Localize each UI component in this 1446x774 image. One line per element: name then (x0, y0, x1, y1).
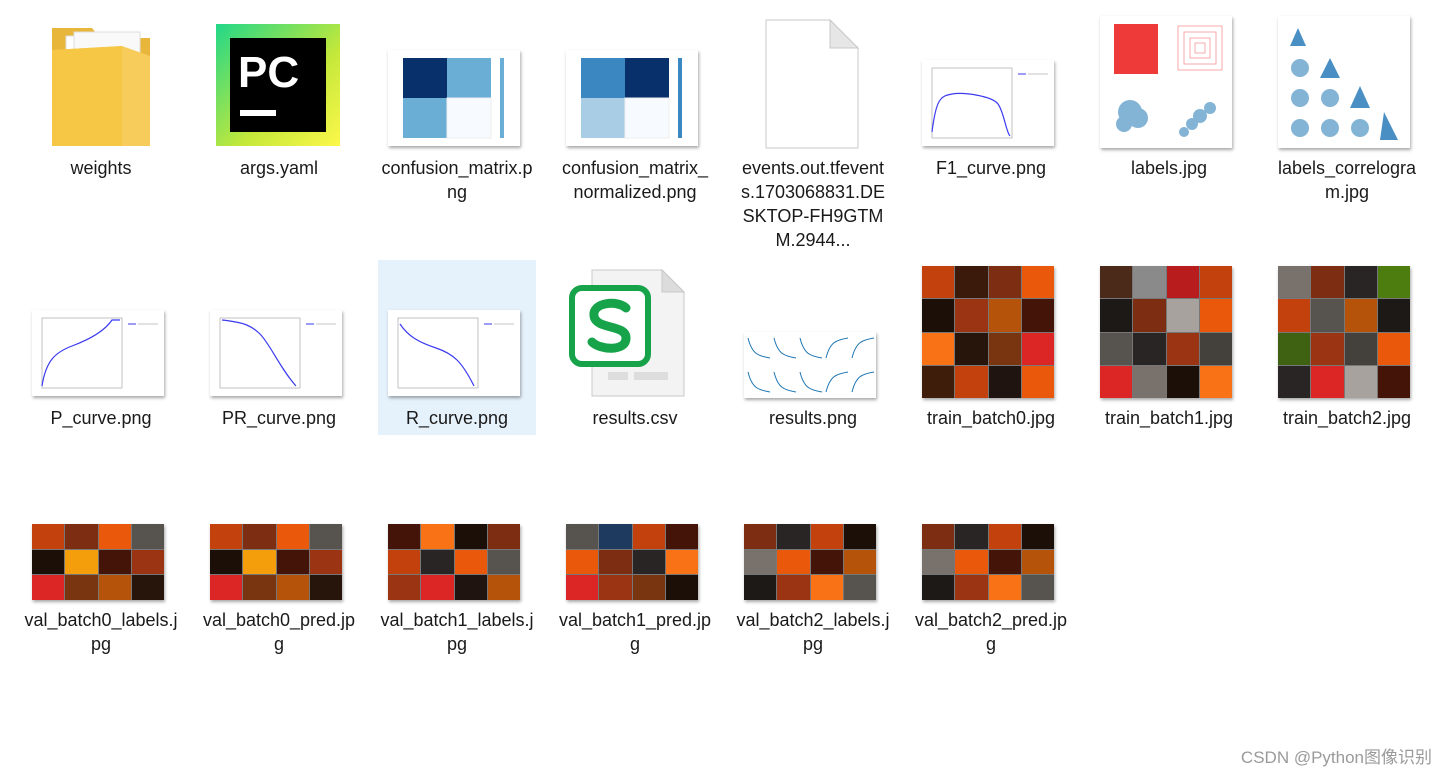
image-thumbnail-icon (1100, 16, 1232, 148)
file-name: confusion_matrix.png (381, 158, 533, 202)
file-val-batch1-labels[interactable]: val_batch1_labels.jpg (378, 512, 536, 672)
image-thumbnail-icon (744, 332, 876, 398)
image-thumbnail-icon (32, 310, 164, 396)
file-name: PR_curve.png (221, 408, 337, 428)
file-name: weights (70, 158, 132, 178)
file-events-tfevents[interactable]: events.out.tfevents.1703068831.DESKTOP-F… (734, 10, 892, 255)
file-name: train_batch2.jpg (1282, 408, 1412, 428)
file-train-batch1[interactable]: train_batch1.jpg (1090, 260, 1248, 460)
file-labels[interactable]: labels.jpg (1090, 10, 1248, 185)
image-thumbnail-icon (210, 524, 342, 600)
file-train-batch2[interactable]: train_batch2.jpg (1268, 260, 1426, 460)
file-confusion-matrix[interactable]: confusion_matrix.png (378, 10, 536, 210)
file-name: P_curve.png (50, 408, 152, 428)
image-thumbnail-icon (1100, 266, 1232, 398)
image-thumbnail-icon (566, 524, 698, 600)
file-name: val_batch1_pred.jpg (558, 610, 712, 654)
file-val-batch2-labels[interactable]: val_batch2_labels.jpg (734, 512, 892, 672)
image-thumbnail-icon (922, 266, 1054, 398)
folder-icon (22, 10, 180, 150)
image-thumbnail-icon (32, 524, 164, 600)
file-weights[interactable]: weights (22, 10, 180, 185)
file-results-csv[interactable]: results.csv (556, 260, 714, 435)
spreadsheet-file-icon (556, 260, 714, 400)
file-confusion-matrix-normalized[interactable]: confusion_matrix_normalized.png (556, 10, 714, 240)
file-p-curve[interactable]: P_curve.png (22, 260, 180, 435)
file-name: F1_curve.png (935, 158, 1047, 178)
file-args-yaml[interactable]: PC args.yaml (200, 10, 358, 185)
file-name: R_curve.png (405, 408, 509, 428)
image-thumbnail-icon (388, 310, 520, 396)
file-name: train_batch0.jpg (926, 408, 1056, 428)
file-f1-curve[interactable]: F1_curve.png (912, 10, 1070, 185)
image-thumbnail-icon (388, 524, 520, 600)
image-thumbnail-icon (922, 524, 1054, 600)
image-thumbnail-icon (744, 524, 876, 600)
file-name: args.yaml (239, 158, 319, 178)
watermark: CSDN @Python图像识别 (1240, 748, 1432, 767)
file-name: confusion_matrix_normalized.png (561, 158, 709, 202)
file-name: labels_correlogram.jpg (1277, 158, 1417, 202)
file-name: results.png (768, 408, 858, 428)
file-name: train_batch1.jpg (1104, 408, 1234, 428)
file-name: results.csv (592, 408, 678, 428)
file-val-batch2-pred[interactable]: val_batch2_pred.jpg (912, 512, 1070, 672)
file-val-batch1-pred[interactable]: val_batch1_pred.jpg (556, 512, 714, 672)
image-thumbnail-icon (922, 60, 1054, 146)
file-name: labels.jpg (1130, 158, 1208, 178)
image-thumbnail-icon (210, 310, 342, 396)
file-r-curve[interactable]: R_curve.png (378, 260, 536, 435)
file-labels-correlogram[interactable]: labels_correlogram.jpg (1268, 10, 1426, 210)
file-name: val_batch1_labels.jpg (380, 610, 534, 654)
file-name: val_batch2_labels.jpg (736, 610, 890, 654)
file-name: val_batch0_labels.jpg (24, 610, 178, 654)
file-val-batch0-labels[interactable]: val_batch0_labels.jpg (22, 512, 180, 672)
image-thumbnail-icon (388, 50, 520, 146)
image-thumbnail-icon (1278, 16, 1410, 148)
file-train-batch0[interactable]: train_batch0.jpg (912, 260, 1070, 460)
image-thumbnail-icon (566, 50, 698, 146)
file-name: events.out.tfevents.1703068831.DESKTOP-F… (740, 158, 886, 250)
file-pr-curve[interactable]: PR_curve.png (200, 260, 358, 435)
pycharm-logo-text: PC (238, 48, 300, 97)
file-name: val_batch2_pred.jpg (914, 610, 1068, 654)
image-thumbnail-icon (1278, 266, 1410, 398)
blank-file-icon (734, 10, 892, 150)
file-val-batch0-pred[interactable]: val_batch0_pred.jpg (200, 512, 358, 672)
file-name: val_batch0_pred.jpg (202, 610, 356, 654)
file-results-png[interactable]: results.png (734, 260, 892, 435)
